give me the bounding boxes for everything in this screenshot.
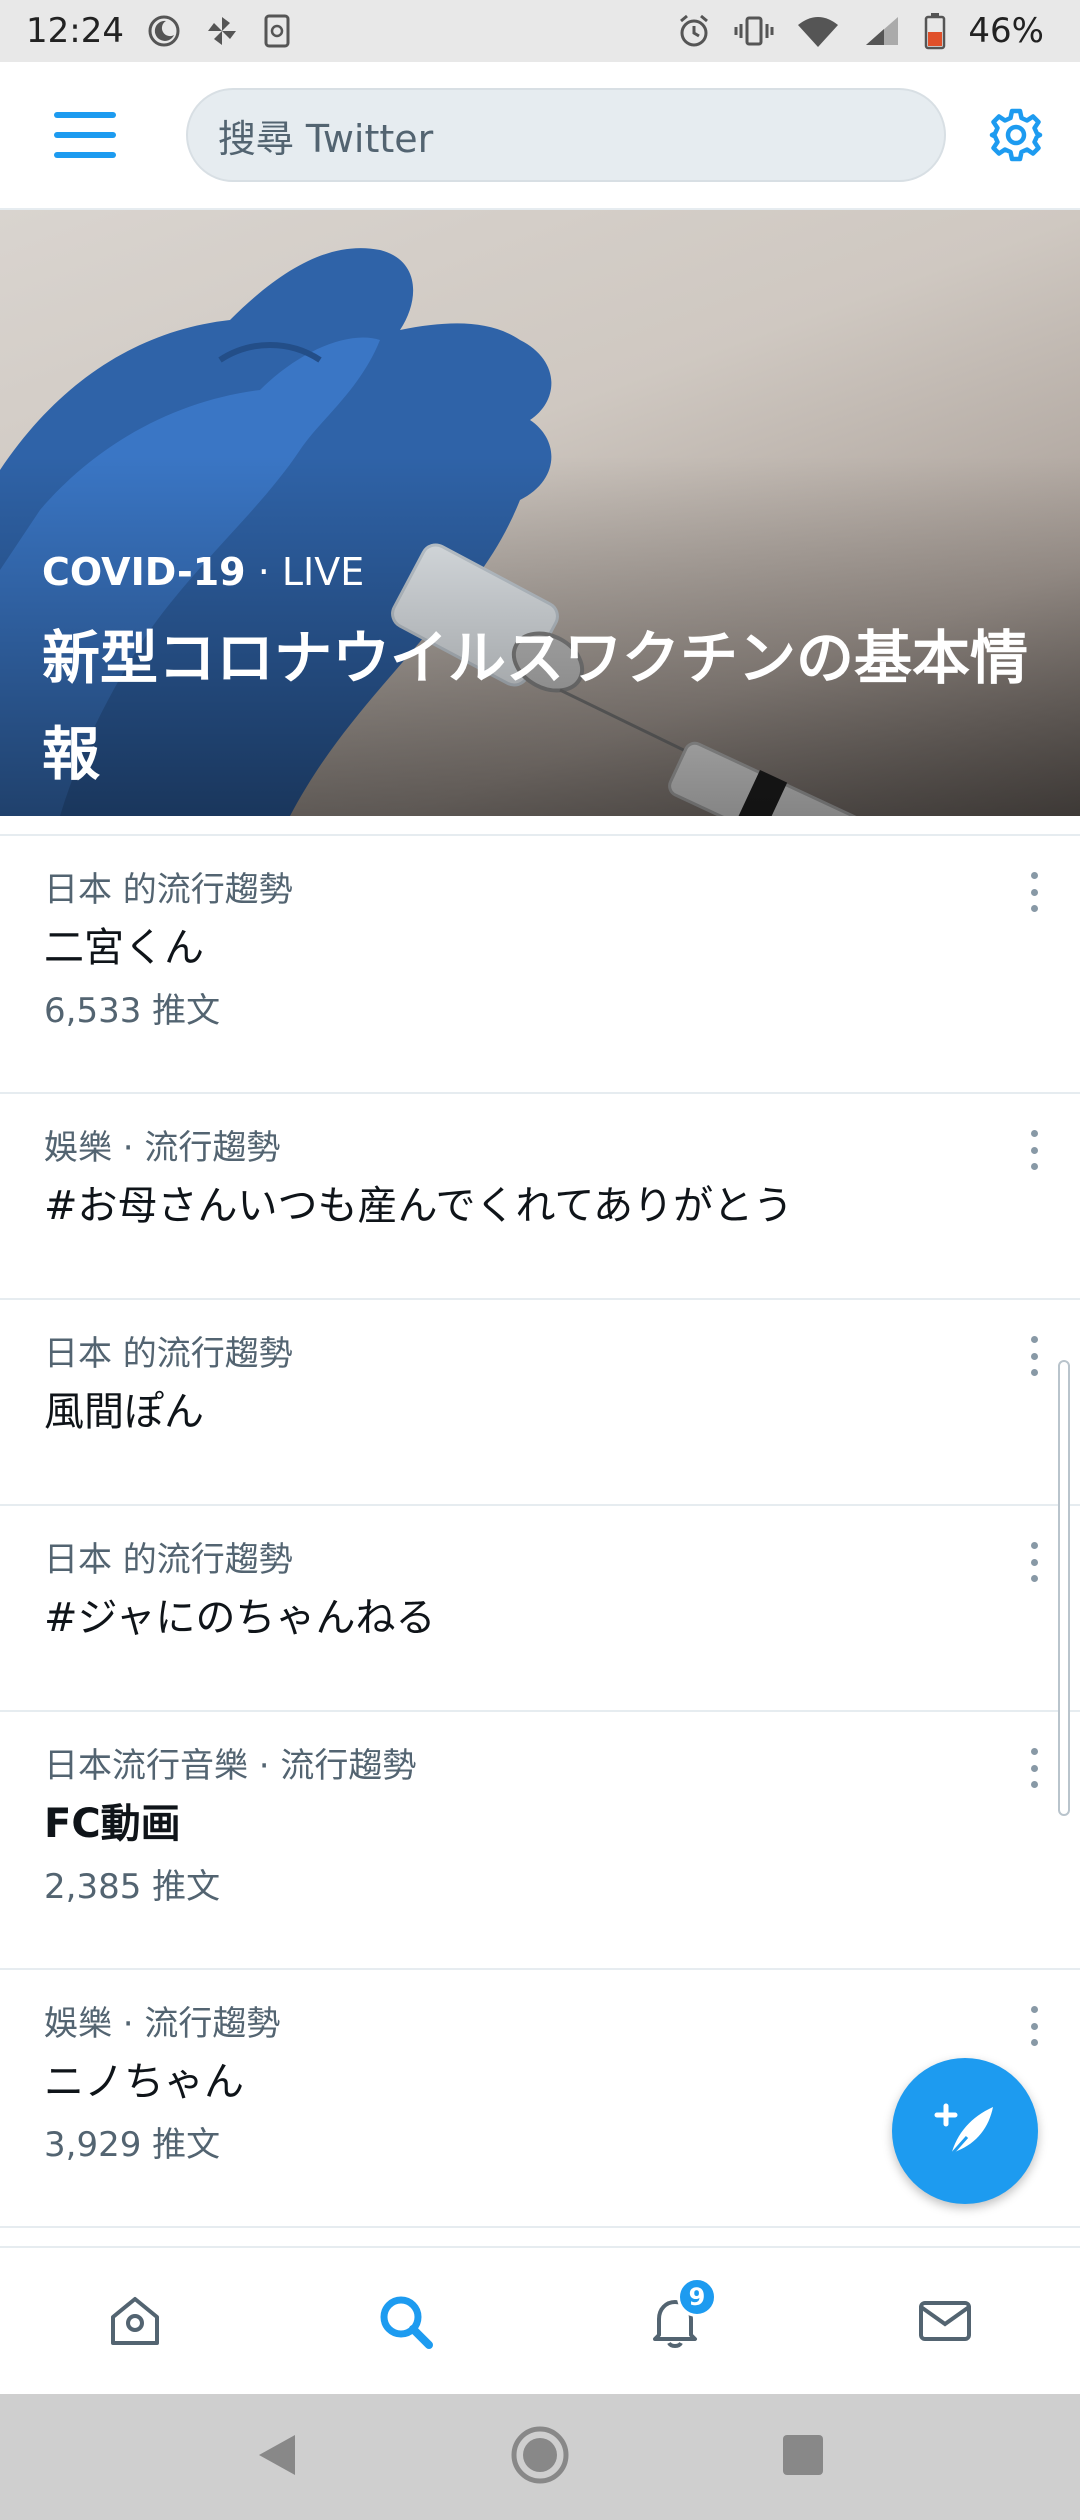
hero-topic: COVID-19 <box>42 550 246 594</box>
bell-icon[interactable]: 9 <box>615 2271 735 2371</box>
hero-title: 新型コロナウイルスワクチンの基本情報 <box>42 624 1029 788</box>
divider <box>0 816 1080 836</box>
battery-icon <box>924 12 946 50</box>
more-options-icon[interactable] <box>1028 1748 1040 1788</box>
status-right: 46% <box>676 11 1044 51</box>
pinwheel-icon <box>204 13 240 49</box>
more-options-icon[interactable] <box>1028 2006 1040 2046</box>
search-icon[interactable] <box>345 2271 465 2371</box>
live-label: LIVE <box>281 550 365 594</box>
recents-icon[interactable] <box>781 2433 825 2481</box>
trend-item[interactable]: 日本 的流行趨勢 #ジャにのちゃんねる <box>0 1506 1080 1712</box>
trend-name: 二宮くん <box>44 925 204 971</box>
hero-meta: COVID-19 · LIVE <box>42 550 364 594</box>
search-placeholder: 搜尋 Twitter <box>217 116 434 161</box>
trends-list: 日本 的流行趨勢 二宮くん 6,533 推文 娛樂 · 流行趨勢 #お母さんいつ… <box>0 836 1080 2228</box>
home-icon[interactable] <box>75 2271 195 2371</box>
trend-item[interactable]: 日本 的流行趨勢 二宮くん 6,533 推文 <box>0 836 1080 1094</box>
home-circle-icon[interactable] <box>510 2425 570 2489</box>
more-options-icon[interactable] <box>1028 1130 1040 1170</box>
trend-name: ニノちゃん <box>44 2059 244 2105</box>
trend-count: 3,929 推文 <box>44 2125 221 2165</box>
moon-icon <box>146 13 182 49</box>
more-options-icon[interactable] <box>1028 872 1040 912</box>
hero-banner[interactable]: COVID-19 · LIVE 新型コロナウイルスワクチンの基本情報 <box>0 210 1080 816</box>
hero-separator: · <box>245 550 282 594</box>
gear-icon[interactable] <box>986 105 1046 165</box>
trend-count: 2,385 推文 <box>44 1867 221 1907</box>
status-left: 12:24 <box>26 11 292 51</box>
vibrate-icon <box>734 13 774 49</box>
bottom-nav: 9 <box>0 2246 1080 2394</box>
trend-meta: 娛樂 · 流行趨勢 <box>44 2004 281 2044</box>
scrollbar[interactable] <box>1058 1360 1070 1816</box>
battery-percent: 46% <box>968 11 1044 51</box>
compose-tweet-button[interactable] <box>892 2058 1038 2204</box>
trend-meta: 娛樂 · 流行趨勢 <box>44 1128 281 1168</box>
status-bar: 12:24 46% <box>0 0 1080 62</box>
trend-item[interactable]: 日本 的流行趨勢 風間ぽん <box>0 1300 1080 1506</box>
trend-name: #ジャにのちゃんねる <box>44 1595 436 1641</box>
trend-name: #お母さんいつも産んでくれてありがとう <box>44 1183 794 1229</box>
trend-meta: 日本流行音樂 · 流行趨勢 <box>44 1746 417 1786</box>
menu-icon[interactable] <box>54 104 116 166</box>
mail-icon[interactable] <box>885 2271 1005 2371</box>
signal-icon <box>862 13 902 49</box>
trend-item[interactable]: 娛樂 · 流行趨勢 #お母さんいつも産んでくれてありがとう <box>0 1094 1080 1300</box>
status-time: 12:24 <box>26 11 124 51</box>
feather-plus-icon <box>934 2103 993 2156</box>
trend-meta: 日本 的流行趨勢 <box>44 870 293 910</box>
system-nav-bar <box>0 2394 1080 2520</box>
trend-name: 風間ぽん <box>44 1389 204 1435</box>
trend-item[interactable]: 日本流行音樂 · 流行趨勢 FC動画 2,385 推文 <box>0 1712 1080 1970</box>
alarm-icon <box>676 13 712 49</box>
back-icon[interactable] <box>255 2431 299 2483</box>
trend-meta: 日本 的流行趨勢 <box>44 1540 293 1580</box>
search-input[interactable]: 搜尋 Twitter <box>185 88 947 182</box>
notification-badge: 9 <box>677 2277 717 2317</box>
more-options-icon[interactable] <box>1028 1336 1040 1376</box>
more-options-icon[interactable] <box>1028 1542 1040 1582</box>
trend-meta: 日本 的流行趨勢 <box>44 1334 293 1374</box>
top-bar: 搜尋 Twitter <box>0 62 1080 210</box>
sync-icon <box>262 13 292 49</box>
trend-count: 6,533 推文 <box>44 991 221 1031</box>
wifi-icon <box>796 13 840 49</box>
trend-name: FC動画 <box>44 1801 181 1847</box>
